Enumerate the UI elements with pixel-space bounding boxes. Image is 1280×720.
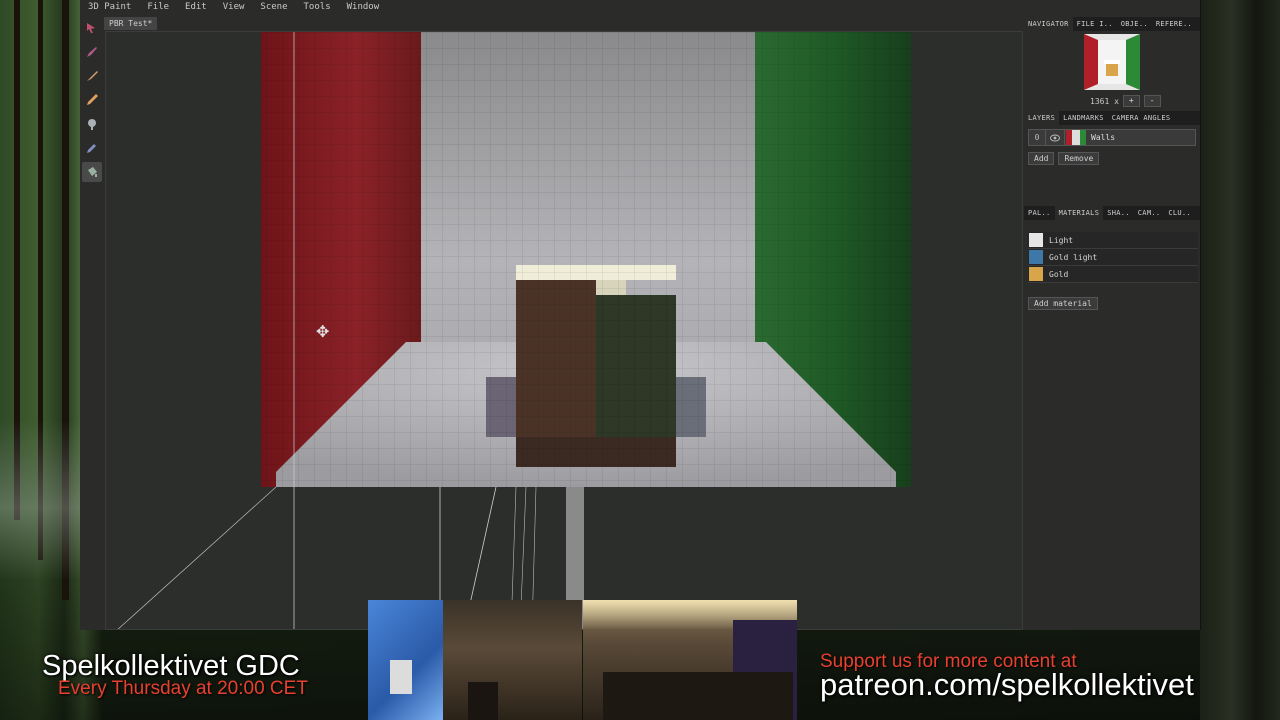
navigator-tabs: NAVIGATOR FILE I.. OBJE.. REFERE.. [1024, 17, 1200, 31]
tab-objects[interactable]: OBJE.. [1117, 17, 1152, 31]
menu-app[interactable]: 3D Paint [80, 0, 139, 15]
material-name: Gold [1049, 269, 1069, 279]
zoom-level: 1361 x [1090, 96, 1119, 106]
layer-name: Walls [1091, 133, 1116, 142]
navigator-panel: NAVIGATOR FILE I.. OBJE.. REFERE.. 1361 … [1024, 17, 1200, 109]
layer-index: 0 [1029, 130, 1046, 145]
material-actions: Add material [1028, 291, 1098, 310]
menu-file[interactable]: File [139, 0, 177, 15]
layer-actions: Add Remove [1028, 152, 1100, 165]
materials-tabs: PAL.. MATERIALS SHA.. CAM.. CLU.. [1024, 206, 1200, 220]
layers-tabs: LAYERS LANDMARKS CAMERA ANGLES [1024, 111, 1200, 125]
tab-landmarks[interactable]: LANDMARKS [1059, 111, 1108, 125]
navigator-thumbnail[interactable] [1084, 34, 1140, 90]
menu-edit[interactable]: Edit [177, 0, 215, 15]
materials-panel: PAL.. MATERIALS SHA.. CAM.. CLU.. Light … [1024, 206, 1200, 316]
tool-palette [80, 14, 104, 630]
menu-bar: 3D Paint File Edit View Scene Tools Wind… [80, 0, 1024, 15]
tab-clusters[interactable]: CLU.. [1164, 206, 1195, 220]
audience-silhouettes [603, 672, 793, 720]
background-mist [0, 420, 80, 580]
select-arrow-icon[interactable] [82, 18, 102, 38]
presenter-silhouette [468, 682, 498, 720]
menu-tools[interactable]: Tools [296, 0, 339, 15]
add-material-button[interactable]: Add material [1028, 297, 1098, 310]
paint-app-window: 3D Paint File Edit View Scene Tools Wind… [80, 0, 1201, 630]
menu-view[interactable]: View [215, 0, 253, 15]
material-name: Gold light [1049, 252, 1098, 262]
eye-icon[interactable] [1046, 130, 1065, 145]
document-tab[interactable]: PBR Test* [104, 17, 158, 30]
material-item[interactable]: Gold [1028, 266, 1198, 283]
material-item[interactable]: Light [1028, 232, 1198, 249]
tab-camera-angles[interactable]: CAMERA ANGLES [1108, 111, 1175, 125]
fill-bucket-icon[interactable] [82, 162, 102, 182]
material-swatch [1029, 250, 1043, 264]
tab-shaders[interactable]: SHA.. [1103, 206, 1134, 220]
navigator-zoom-row: 1361 x + - [1090, 95, 1161, 107]
brush-icon[interactable] [82, 66, 102, 86]
zoom-out-button[interactable]: - [1143, 95, 1161, 107]
webcam-stage-feed [368, 600, 582, 720]
tab-layers[interactable]: LAYERS [1024, 111, 1060, 125]
zoom-in-button[interactable]: + [1122, 95, 1140, 107]
material-swatch [1029, 233, 1043, 247]
menu-window[interactable]: Window [339, 0, 388, 15]
pencil-icon[interactable] [82, 90, 102, 110]
layers-panel: LAYERS LANDMARKS CAMERA ANGLES 0 Walls A… [1024, 111, 1200, 201]
eyedropper-icon[interactable] [82, 138, 102, 158]
wire-line [117, 486, 277, 629]
3d-viewport[interactable]: ✥ [105, 31, 1023, 630]
smudge-icon[interactable] [82, 114, 102, 134]
tab-navigator[interactable]: NAVIGATOR [1024, 17, 1073, 31]
pen-icon[interactable] [82, 42, 102, 62]
layer-thumbnail [1065, 130, 1087, 145]
stream-schedule: Every Thursday at 20:00 CET [58, 678, 308, 699]
move-cursor-icon: ✥ [316, 322, 330, 341]
tab-file-info[interactable]: FILE I.. [1073, 17, 1117, 31]
add-layer-button[interactable]: Add [1028, 152, 1055, 165]
webcam-audience-feed [583, 600, 797, 720]
material-name: Light [1049, 235, 1074, 245]
tab-palette[interactable]: PAL.. [1024, 206, 1055, 220]
patreon-link: patreon.com/spelkollektivet [820, 667, 1194, 702]
scene-render [117, 32, 911, 629]
tab-materials[interactable]: MATERIALS [1054, 206, 1104, 220]
projected-box [390, 660, 412, 694]
layer-row[interactable]: 0 Walls [1028, 129, 1196, 146]
remove-layer-button[interactable]: Remove [1058, 152, 1100, 165]
stream-background-right [1200, 0, 1280, 720]
tab-reference[interactable]: REFERE.. [1152, 17, 1196, 31]
pixel-grid [261, 32, 911, 487]
material-swatch [1029, 267, 1043, 281]
menu-scene[interactable]: Scene [252, 0, 295, 15]
tab-camera[interactable]: CAM.. [1134, 206, 1165, 220]
material-item[interactable]: Gold light [1028, 249, 1198, 266]
